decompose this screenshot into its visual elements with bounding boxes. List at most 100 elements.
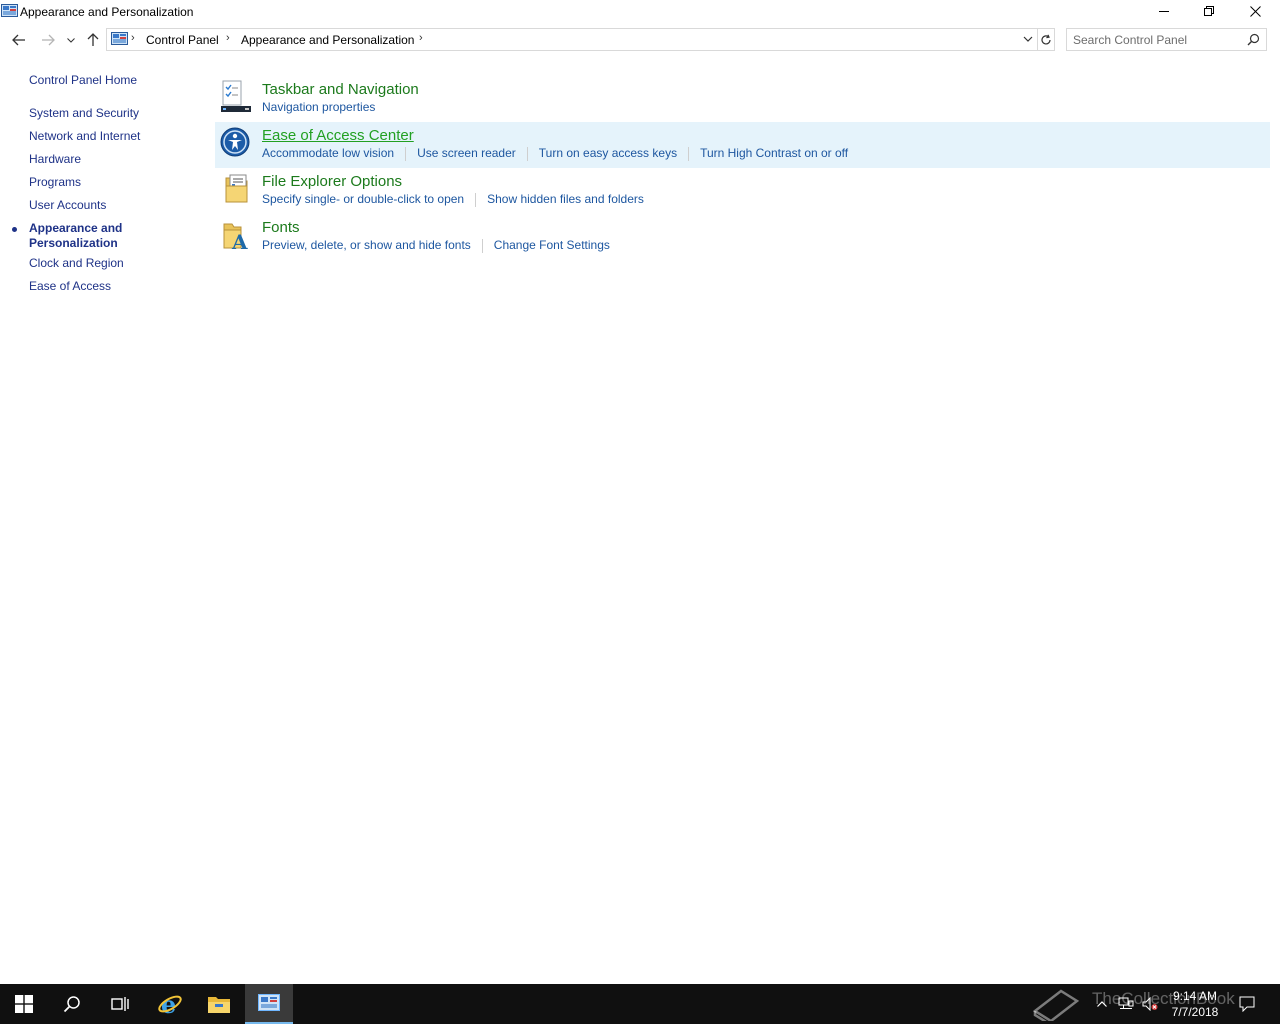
task-links: Navigation properties	[262, 100, 375, 115]
breadcrumb-chevron-icon[interactable]: ›	[226, 32, 230, 44]
search-icon	[63, 996, 80, 1013]
action-center-button[interactable]	[1236, 984, 1258, 1024]
forward-button[interactable]	[37, 30, 59, 50]
search-input[interactable]	[1073, 32, 1243, 48]
control-panel-icon	[111, 32, 128, 49]
folder-options-icon	[219, 172, 251, 204]
notifications-icon	[1239, 996, 1255, 1012]
task-divider	[688, 146, 690, 161]
svg-text:A: A	[231, 230, 248, 252]
internet-explorer-button[interactable]: e	[146, 984, 194, 1024]
windows-logo-icon	[15, 995, 33, 1013]
book-icon	[1032, 989, 1080, 1021]
search-box[interactable]	[1066, 28, 1267, 51]
chevron-up-icon	[1097, 1001, 1107, 1007]
task-divider	[405, 146, 407, 161]
back-button[interactable]	[8, 30, 30, 50]
task-accommodate-low-vision[interactable]: Accommodate low vision	[262, 146, 394, 161]
chevron-down-icon	[1023, 36, 1033, 42]
watermark-book-logo	[1030, 984, 1082, 1024]
task-divider	[475, 192, 477, 207]
task-links: Accommodate low vision Use screen reader…	[262, 146, 848, 161]
taskbar-icon	[219, 80, 251, 112]
refresh-button[interactable]	[1037, 28, 1055, 51]
nav-appearance-and-personalization: Appearance and	[29, 221, 123, 235]
restore-button[interactable]	[1186, 0, 1232, 22]
back-arrow-icon	[12, 34, 25, 46]
control-panel-window: Appearance and Personalization › Control…	[0, 0, 1280, 984]
nav-network-and-internet[interactable]: Network and Internet	[29, 129, 140, 144]
file-explorer-button[interactable]	[195, 984, 243, 1024]
up-button[interactable]	[82, 30, 104, 50]
task-divider	[481, 238, 483, 253]
task-easy-access-keys[interactable]: Turn on easy access keys	[539, 146, 677, 161]
address-dropdown-button[interactable]	[1021, 32, 1035, 49]
fonts-icon: A	[219, 218, 251, 254]
start-button[interactable]	[0, 984, 48, 1024]
control-panel-icon	[1, 4, 18, 18]
control-panel-home-link[interactable]: Control Panel Home	[29, 73, 137, 88]
category-fonts: A Fonts Preview, delete, or show and hid…	[215, 214, 1270, 260]
task-links: Preview, delete, or show and hide fonts …	[262, 238, 610, 253]
category-taskbar-and-navigation: Taskbar and Navigation Navigation proper…	[215, 76, 1270, 122]
network-icon	[1118, 997, 1134, 1009]
task-show-hidden-files[interactable]: Show hidden files and folders	[487, 192, 644, 207]
category-title-ease-of-access-center[interactable]: Ease of Access Center	[262, 127, 414, 144]
clock[interactable]: 9:14 AM 7/7/2018	[1160, 988, 1230, 1020]
category-ease-of-access-center: Ease of Access Center Accommodate low vi…	[215, 122, 1270, 168]
breadcrumb-chevron-icon[interactable]: ›	[419, 32, 423, 44]
breadcrumb-control-panel[interactable]: Control Panel	[146, 33, 219, 47]
category-title-taskbar-and-navigation[interactable]: Taskbar and Navigation	[262, 81, 419, 98]
breadcrumb-chevron-icon[interactable]: ›	[131, 32, 135, 44]
show-hidden-icons-button[interactable]	[1094, 984, 1110, 1024]
nav-programs[interactable]: Programs	[29, 175, 81, 190]
title-bar: Appearance and Personalization	[0, 0, 1280, 24]
volume-muted-icon	[1142, 997, 1158, 1011]
recent-locations-button[interactable]	[62, 30, 80, 50]
search-icon[interactable]	[1247, 33, 1260, 49]
task-change-font-settings[interactable]: Change Font Settings	[494, 238, 610, 253]
restore-icon	[1204, 6, 1214, 16]
close-button[interactable]	[1232, 0, 1278, 22]
file-explorer-icon	[208, 997, 230, 1013]
forward-arrow-icon	[42, 34, 55, 46]
network-tray-button[interactable]	[1116, 984, 1136, 1024]
clock-time: 9:14 AM	[1172, 989, 1218, 1003]
category-title-file-explorer-options[interactable]: File Explorer Options	[262, 173, 402, 190]
task-high-contrast[interactable]: Turn High Contrast on or off	[700, 146, 848, 161]
current-page-bullet	[12, 227, 17, 232]
search-taskbar-button[interactable]	[48, 984, 96, 1024]
up-arrow-icon	[87, 33, 99, 46]
window-title: Appearance and Personalization	[20, 5, 194, 19]
breadcrumb-appearance[interactable]: Appearance and Personalization	[241, 33, 414, 47]
task-single-or-double-click[interactable]: Specify single- or double-click to open	[262, 192, 464, 207]
chevron-down-icon	[67, 37, 75, 43]
task-divider	[526, 146, 528, 161]
svg-text:e: e	[161, 991, 176, 1017]
nav-ease-of-access[interactable]: Ease of Access	[29, 279, 111, 294]
control-panel-icon	[258, 994, 280, 1011]
nav-system-and-security[interactable]: System and Security	[29, 106, 139, 121]
task-view-icon	[111, 997, 129, 1011]
task-links: Specify single- or double-click to open …	[262, 192, 644, 207]
ease-of-access-icon	[219, 126, 251, 158]
task-view-button[interactable]	[96, 984, 144, 1024]
control-panel-taskbar-button[interactable]	[245, 984, 293, 1024]
minimize-icon	[1159, 11, 1169, 12]
address-bar[interactable]: › Control Panel › Appearance and Persona…	[106, 28, 1038, 51]
nav-user-accounts[interactable]: User Accounts	[29, 198, 106, 213]
refresh-icon	[1040, 34, 1051, 44]
minimize-button[interactable]	[1141, 0, 1187, 22]
task-use-screen-reader[interactable]: Use screen reader	[417, 146, 516, 161]
taskbar: e TheCollectionBook 9:14 AM 7/7/2018	[0, 984, 1280, 1024]
nav-clock-and-region[interactable]: Clock and Region	[29, 256, 124, 271]
internet-explorer-icon: e	[158, 991, 182, 1017]
task-navigation-properties[interactable]: Navigation properties	[262, 100, 375, 115]
nav-appearance-and-personalization-line2: Personalization	[29, 236, 118, 250]
volume-tray-button[interactable]	[1140, 984, 1160, 1024]
category-file-explorer-options: File Explorer Options Specify single- or…	[215, 168, 1270, 214]
category-title-fonts[interactable]: Fonts	[262, 219, 300, 236]
task-preview-delete-fonts[interactable]: Preview, delete, or show and hide fonts	[262, 238, 471, 253]
clock-date: 7/7/2018	[1171, 1005, 1219, 1019]
nav-hardware[interactable]: Hardware	[29, 152, 81, 167]
